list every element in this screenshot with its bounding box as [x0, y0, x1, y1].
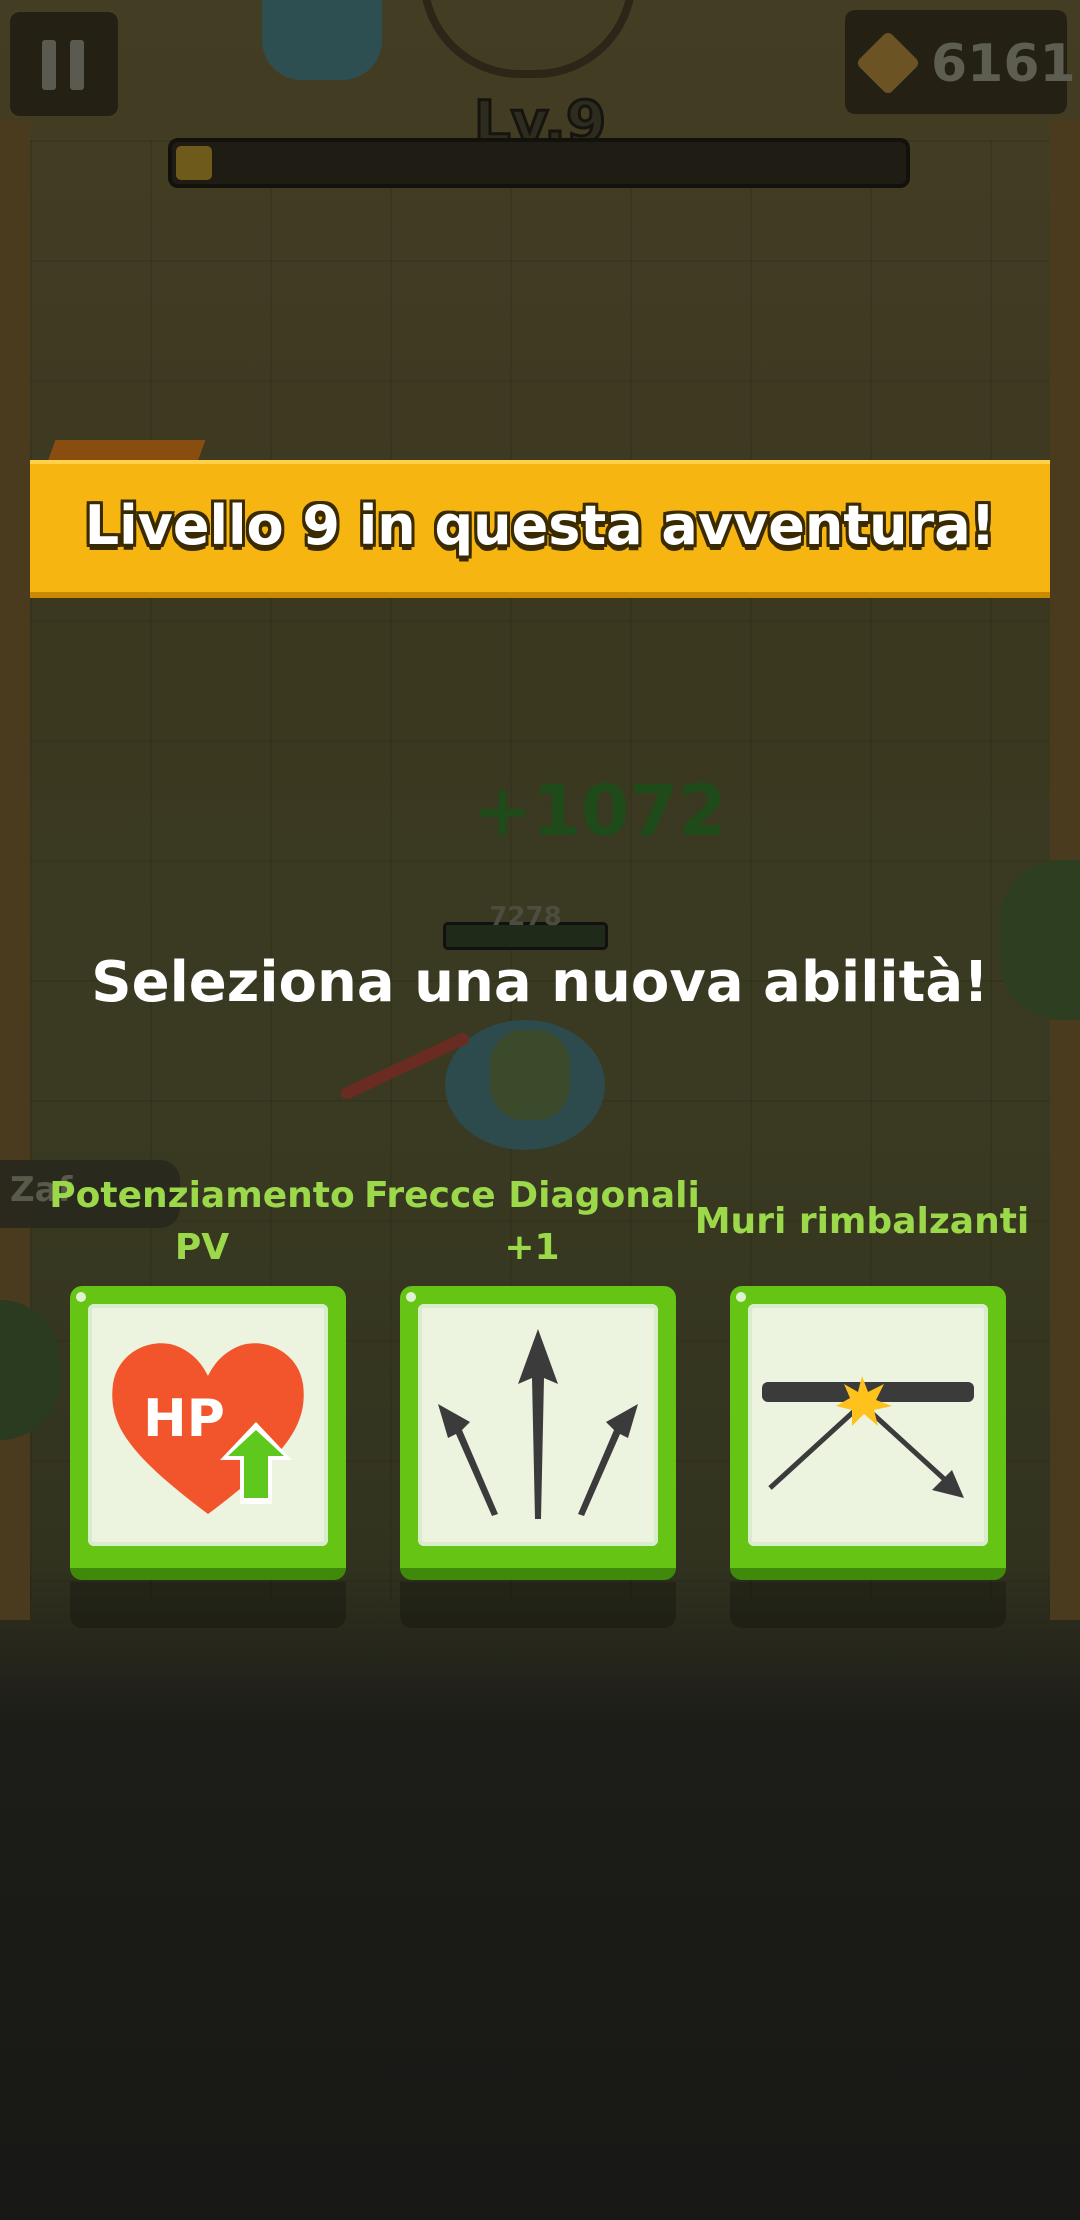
skill-name-line: Potenziamento — [49, 1175, 355, 1216]
card-shadow — [730, 1582, 1006, 1628]
skill-name: Muri rimbalzanti — [694, 1201, 1030, 1242]
enemy-hp-value: 7278 — [489, 902, 562, 932]
xp-bar-fill — [176, 146, 212, 180]
enemy-sprite — [262, 0, 382, 80]
banner-text: Livello 9 in questa avventura! — [84, 494, 996, 557]
xp-bar — [168, 138, 910, 188]
level-up-banner: Livello 9 in questa avventura! — [30, 460, 1050, 598]
diagonal-arrows-icon — [438, 1329, 638, 1519]
pause-icon — [42, 40, 56, 90]
skill-name-line: Frecce Diagonali — [364, 1175, 700, 1216]
pause-icon-bar — [70, 40, 84, 90]
skill-name: Potenziamento PV — [32, 1170, 372, 1274]
gem-count: 6161 — [931, 34, 1076, 94]
card-shine — [736, 1292, 746, 1302]
skill-card[interactable] — [400, 1286, 676, 1580]
svg-text:HP: HP — [143, 1389, 225, 1449]
skill-card[interactable]: HP — [70, 1286, 346, 1580]
card-shine — [76, 1292, 86, 1302]
bouncy-wall-icon — [762, 1376, 974, 1498]
select-skill-prompt: Seleziona una nuova abilità! — [91, 950, 989, 1015]
skill-card[interactable] — [730, 1286, 1006, 1580]
card-shine — [406, 1292, 416, 1302]
skill-name-line: PV — [174, 1227, 230, 1268]
skill-name: Frecce Diagonali +1 — [362, 1170, 702, 1274]
gem-icon — [855, 30, 921, 96]
hp-up-icon: HP — [112, 1343, 304, 1514]
skill-name-line: +1 — [504, 1227, 560, 1268]
damage-popup: +1072 — [473, 770, 727, 852]
card-shadow — [400, 1582, 676, 1628]
hero-body — [490, 1030, 570, 1120]
card-shadow — [70, 1582, 346, 1628]
